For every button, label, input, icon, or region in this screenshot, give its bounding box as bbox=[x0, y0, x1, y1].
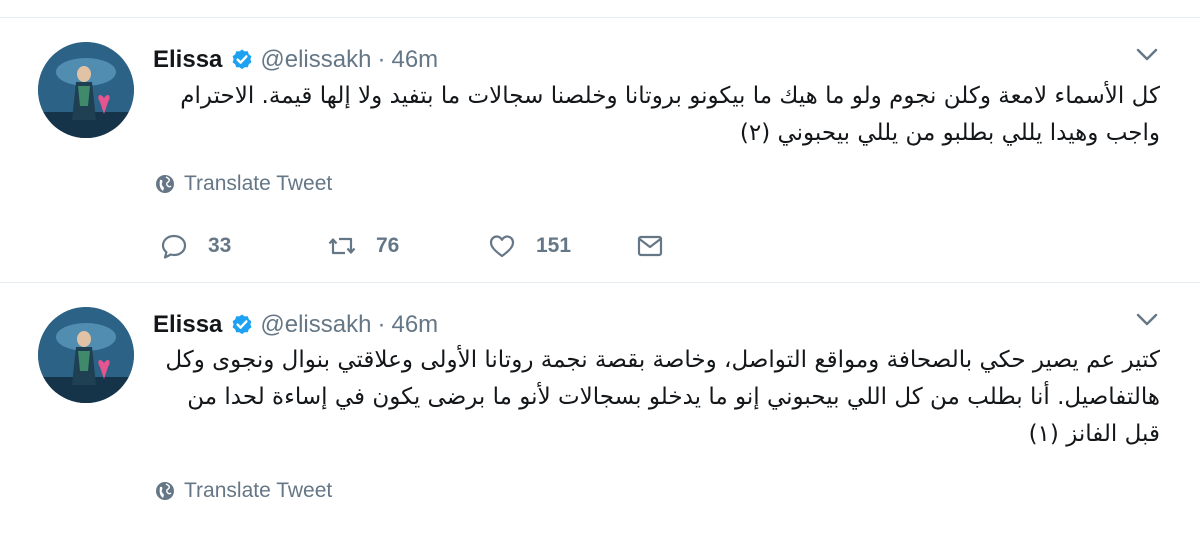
retweet-icon bbox=[328, 237, 356, 255]
avatar-image bbox=[38, 42, 134, 138]
tweet-actions: 33 76 151 bbox=[160, 230, 664, 262]
previous-tweet-edge bbox=[0, 0, 1200, 18]
verified-badge-icon bbox=[232, 314, 252, 335]
tweet-text: كتير عم يصير حكي بالصحافة ومواقع التواصل… bbox=[165, 347, 1160, 447]
translate-label: Translate Tweet bbox=[184, 172, 333, 195]
separator-dot: · bbox=[377, 46, 386, 73]
avatar[interactable] bbox=[38, 42, 134, 138]
reply-count: 33 bbox=[208, 234, 232, 257]
reply-button[interactable]: 33 bbox=[160, 232, 328, 260]
direct-message-icon bbox=[637, 235, 663, 257]
retweet-count: 76 bbox=[376, 234, 400, 257]
tweet-text: كل الأسماء لامعة وكلن نجوم ولو ما هيك ما… bbox=[180, 83, 1160, 146]
avatar-image bbox=[38, 307, 134, 403]
username[interactable]: @elissakh bbox=[260, 311, 371, 339]
heart-icon bbox=[489, 235, 515, 258]
display-name[interactable]: Elissa bbox=[153, 311, 222, 339]
like-button[interactable]: 151 bbox=[488, 232, 636, 260]
avatar[interactable] bbox=[38, 307, 134, 403]
tweet[interactable]: Elissa @elissakh · 46m كتير عم يصير حكي … bbox=[0, 283, 1200, 536]
chevron-down-icon[interactable] bbox=[1136, 313, 1158, 327]
timestamp[interactable]: 46m bbox=[391, 311, 438, 339]
direct-message-button[interactable] bbox=[636, 232, 664, 260]
translate-label: Translate Tweet bbox=[184, 479, 333, 502]
translate-tweet-link[interactable]: Translate Tweet bbox=[155, 172, 332, 196]
retweet-button[interactable]: 76 bbox=[328, 232, 488, 260]
tweet-header: Elissa @elissakh · 46m bbox=[153, 309, 438, 341]
globe-icon bbox=[156, 175, 174, 193]
tweet[interactable]: Elissa @elissakh · 46m كل الأسماء لامعة … bbox=[0, 18, 1200, 283]
translate-tweet-link[interactable]: Translate Tweet bbox=[155, 479, 332, 503]
display-name[interactable]: Elissa bbox=[153, 46, 222, 74]
verified-badge-icon bbox=[232, 49, 252, 70]
username[interactable]: @elissakh bbox=[260, 46, 371, 74]
chevron-down-icon[interactable] bbox=[1136, 48, 1158, 62]
tweet-header: Elissa @elissakh · 46m bbox=[153, 44, 438, 76]
reply-icon bbox=[161, 234, 187, 259]
timestamp[interactable]: 46m bbox=[391, 46, 438, 74]
separator-dot: · bbox=[377, 311, 386, 338]
like-count: 151 bbox=[536, 234, 572, 257]
globe-icon bbox=[156, 482, 174, 500]
